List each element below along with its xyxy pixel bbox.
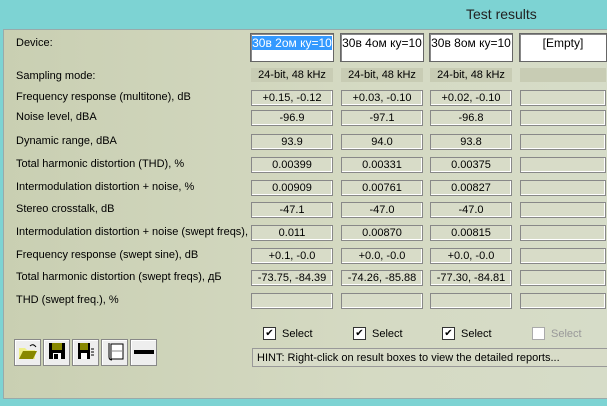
device-name: [Empty] [542,36,584,50]
result-box[interactable]: -73.75, -84.39 [251,270,333,286]
checkbox-icon: ✔ [263,327,276,340]
select-checkbox-4[interactable]: Select [532,327,582,340]
result-box[interactable]: -96.8 [430,110,512,126]
result-box[interactable]: -47.0 [430,202,512,218]
select-checkbox-2[interactable]: ✔ Select [353,327,403,340]
result-box[interactable] [520,134,606,150]
select-label: Select [282,327,313,340]
result-box[interactable]: +0.0, -0.0 [341,248,423,264]
result-box[interactable]: 93.9 [251,134,333,150]
device-name: 30в 2ом ку=10 [252,36,332,50]
result-box[interactable]: 0.00399 [251,157,333,173]
copy-button[interactable] [101,339,128,366]
result-box[interactable]: 93.8 [430,134,512,150]
sampling-value: 24-bit, 48 kHz [251,68,333,82]
result-box[interactable]: 0.00827 [430,180,512,196]
save-report-icon [77,342,95,363]
result-box[interactable]: +0.0, -0.0 [430,248,512,264]
result-box[interactable] [520,90,606,106]
sampling-value: 24-bit, 48 kHz [430,68,512,82]
row-label: Intermodulation distortion + noise, % [16,181,195,193]
sampling-value: 24-bit, 48 kHz [341,68,423,82]
row-label: Noise level, dBA [16,111,97,123]
remove-icon [133,347,154,359]
result-box[interactable]: 0.00815 [430,225,512,241]
device-slot-3[interactable]: 30в 8ом ку=10 [429,33,513,62]
result-box[interactable] [520,225,606,241]
result-box[interactable]: 0.00870 [341,225,423,241]
result-box[interactable] [251,293,333,309]
select-label: Select [461,327,492,340]
result-box[interactable]: 0.011 [251,225,333,241]
save-icon [48,342,66,363]
result-box[interactable]: -77.30, -84.81 [430,270,512,286]
select-label: Select [372,327,403,340]
result-box[interactable] [520,157,606,173]
device-name: 30в 8ом ку=10 [431,36,511,50]
device-slot-2[interactable]: 30в 4ом ку=10 [340,33,424,62]
copy-icon [105,341,125,364]
row-label: THD (swept freq.), % [16,294,119,306]
result-box[interactable]: 0.00331 [341,157,423,173]
result-box[interactable]: 0.00375 [430,157,512,173]
row-label: Total harmonic distortion (THD), % [16,158,185,170]
row-label: Dynamic range, dBA [16,135,117,147]
result-box[interactable]: 0.00909 [251,180,333,196]
save-report-button[interactable] [72,339,99,366]
result-box[interactable] [520,202,606,218]
remove-button[interactable] [130,339,157,366]
open-icon [18,342,38,363]
result-box[interactable]: +0.15, -0.12 [251,90,333,106]
result-box[interactable]: -96.9 [251,110,333,126]
result-box[interactable]: -47.0 [341,202,423,218]
row-label: Total harmonic distortion (swept freqs),… [16,271,222,283]
result-box[interactable] [520,248,606,264]
save-button[interactable] [43,339,70,366]
result-box[interactable] [520,180,606,196]
device-name: 30в 4ом ку=10 [342,36,422,50]
result-box[interactable]: -74.26, -85.88 [341,270,423,286]
sampling-value [520,68,606,82]
checkbox-icon [532,327,545,340]
result-box[interactable]: +0.02, -0.10 [430,90,512,106]
select-label: Select [551,327,582,340]
row-label: Frequency response (swept sine), dB [16,249,199,261]
device-slot-1[interactable]: 30в 2ом ку=10 [250,33,334,62]
row-label: Stereo crosstalk, dB [16,203,115,215]
result-box[interactable]: 94.0 [341,134,423,150]
result-box[interactable]: -47.1 [251,202,333,218]
row-label: Intermodulation distortion + noise (swep… [16,226,261,238]
result-box[interactable]: -97.1 [341,110,423,126]
result-box[interactable]: +0.03, -0.10 [341,90,423,106]
result-box[interactable] [430,293,512,309]
result-box[interactable]: +0.1, -0.0 [251,248,333,264]
checkbox-icon: ✔ [353,327,366,340]
result-box[interactable]: 0.00761 [341,180,423,196]
hint-bar: HINT: Right-click on result boxes to vie… [252,348,607,367]
select-checkbox-1[interactable]: ✔ Select [263,327,313,340]
checkbox-icon: ✔ [442,327,455,340]
row-label: Frequency response (multitone), dB [16,91,191,103]
result-box[interactable] [520,110,606,126]
result-box[interactable] [341,293,423,309]
device-label: Device: [16,37,53,49]
select-checkbox-3[interactable]: ✔ Select [442,327,492,340]
open-button[interactable] [14,339,41,366]
sampling-label: Sampling mode: [16,70,96,82]
window-title: Test results [466,6,537,22]
result-box[interactable] [520,293,606,309]
device-slot-4[interactable]: [Empty] [519,33,607,62]
result-box[interactable] [520,270,606,286]
